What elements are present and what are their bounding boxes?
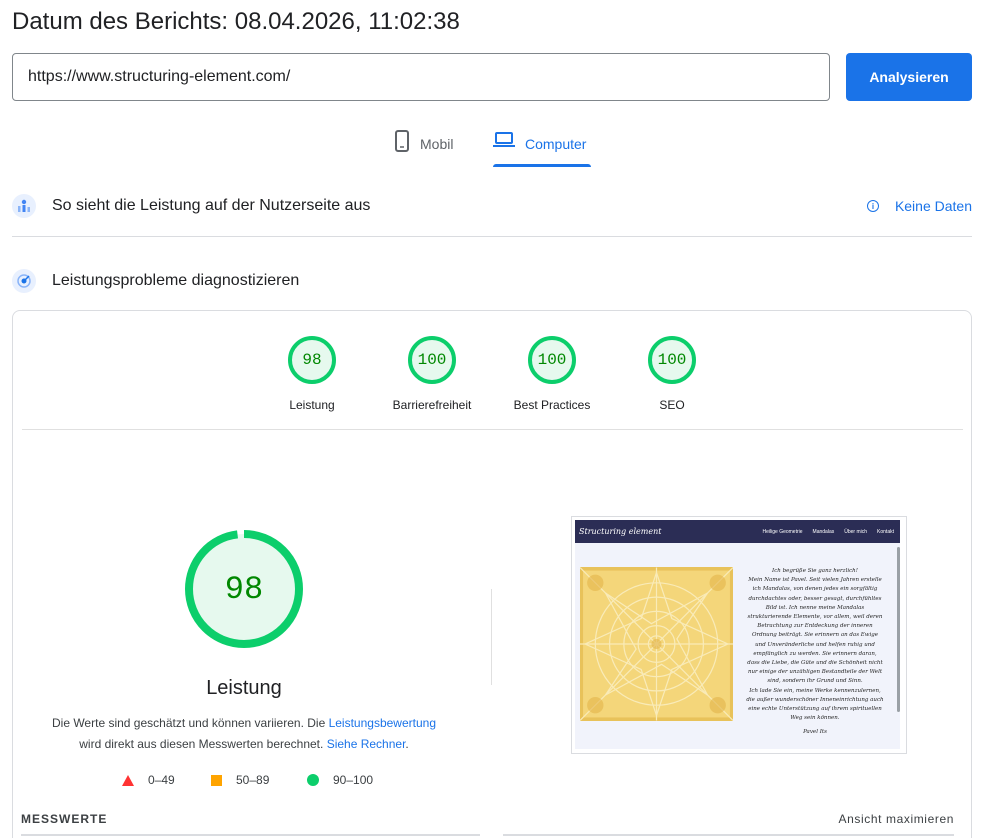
score-label: SEO [659, 398, 685, 412]
info-icon: i [866, 200, 879, 212]
screenshot-text-line: und Unveränderliche und helfen ruhig und [755, 641, 875, 648]
score-best-practices[interactable]: 100 Best Practices [497, 336, 607, 412]
legend-average: 50–89 [211, 773, 269, 787]
score-gauge: 98 [288, 336, 336, 384]
section-divider [12, 236, 972, 237]
screenshot-text-line: eine echte Unterstützung auf ihrem spiri… [748, 706, 882, 713]
screenshot-text-line: nur einige der unzähligen Bestandteile d… [747, 669, 883, 676]
mandala-image [580, 567, 733, 721]
screenshot-text-line: durchdachtes oder, besser gesagt, durchf… [748, 595, 882, 602]
screenshot-text-line: strukturierende Elemente, vor allem, wei… [747, 614, 883, 621]
screenshot-text: Ich begrüße Sie ganz herzlich! Mein Name… [735, 567, 895, 723]
field-data-title: So sieht die Leistung auf der Nutzerseit… [52, 197, 371, 214]
performance-score: 98 [224, 570, 264, 608]
legend-label: 90–100 [333, 773, 374, 787]
score-gauge: 100 [648, 336, 696, 384]
expand-view-link[interactable]: Ansicht maximieren [838, 812, 954, 826]
legend-label: 50–89 [236, 773, 270, 787]
screenshot-signature: Pavel Its [803, 729, 827, 735]
screenshot-text-line: dass die Liebe, die Güte und die Schönhe… [747, 660, 883, 667]
desc-text: Die Werte sind geschätzt und können vari… [51, 716, 329, 730]
score-seo[interactable]: 100 SEO [617, 336, 727, 412]
triangle-icon [122, 774, 134, 786]
screenshot-text-line: die außer wunderschöner Inneneinrichtung… [746, 696, 884, 703]
metrics-rule-right [503, 834, 954, 836]
screenshot-text-line: Ordnung beiträgt. Sie erinnern an das Ew… [751, 632, 879, 639]
screenshot-brand: Structuring element [579, 527, 662, 536]
lab-data-header: Leistungsprobleme diagnostizieren [12, 266, 972, 296]
screenshot-menu: Heilige Geometrie Mandalas Über mich Kon… [763, 529, 894, 535]
url-input[interactable] [12, 53, 830, 101]
circle-icon [307, 774, 319, 786]
vertical-divider [491, 589, 492, 685]
lab-data-icon [12, 269, 36, 293]
screenshot-text-line: Weg sein können. [790, 715, 840, 722]
tab-desktop[interactable]: Computer [493, 130, 591, 168]
legend-label: 0–49 [148, 773, 175, 787]
screenshot-body: Ich begrüße Sie ganz herzlich! Mein Name… [575, 543, 900, 749]
legend-pass: 90–100 [307, 773, 373, 787]
metrics-rule-left [21, 834, 480, 836]
no-data-link[interactable]: i Keine Daten [866, 198, 972, 214]
screenshot-text-line: Mein Name ist Pavel. Seit vielen Jahren … [748, 577, 882, 584]
lab-data-title: Leistungsprobleme diagnostizieren [52, 272, 300, 289]
square-icon [211, 774, 222, 786]
screenshot-text-line: Bild ist. Ich nenne meine Mandalas [765, 604, 865, 611]
screenshot-menu-item: Über mich [844, 528, 868, 535]
tab-mobile-label: Mobil [420, 136, 454, 152]
metrics-title: MESSWERTE [21, 812, 108, 826]
screenshot-text-line: Ich begrüße Sie ganz herzlich! [772, 568, 858, 574]
analyze-button[interactable]: Analysieren [846, 53, 972, 101]
desc-text: wird direkt aus diesen Messwerten berech… [79, 737, 327, 751]
score-label: Best Practices [513, 398, 591, 412]
screenshot-navbar: Structuring element Heilige Geometrie Ma… [575, 520, 900, 543]
field-data-header: So sieht die Leistung auf der Nutzerseit… [12, 191, 972, 221]
report-date: Datum des Berichts: 08.04.2026, 11:02:38 [12, 8, 460, 35]
screenshot-menu-item: Heilige Geometrie [762, 528, 803, 535]
page-screenshot: Structuring element Heilige Geometrie Ma… [571, 516, 907, 754]
screenshot-text-line: sind, sondern ihr Grund und Sinn. [767, 678, 863, 685]
screenshot-text-line: empfänglich zu werden. Sie erinnern dara… [753, 650, 877, 657]
performance-score-link[interactable]: Leistungsbewertung [329, 716, 436, 730]
desc-text: . [405, 737, 409, 751]
phone-icon [394, 130, 410, 155]
lab-data-card: 98 Leistung 100 Barrierefreiheit 100 Bes… [12, 310, 972, 838]
screenshot-menu-item: Kontakt [877, 528, 894, 535]
screenshot-text-line: Betrachtung zur Entdeckung der inneren [757, 623, 873, 630]
score-label: Leistung [289, 398, 335, 412]
score-accessibility[interactable]: 100 Barrierefreiheit [377, 336, 487, 412]
score-gauge: 100 [408, 336, 456, 384]
tab-mobile[interactable]: Mobil [394, 130, 453, 168]
tab-desktop-label: Computer [525, 136, 587, 152]
performance-description: Die Werte sind geschätzt und können vari… [44, 713, 444, 755]
field-data-icon [12, 194, 36, 218]
score-gauge: 100 [528, 336, 576, 384]
legend-fail: 0–49 [122, 773, 175, 787]
score-label: Barrierefreiheit [392, 398, 472, 412]
card-divider [22, 429, 963, 430]
active-tab-indicator [493, 164, 591, 167]
calculator-link[interactable]: Siehe Rechner [327, 737, 406, 751]
score-performance[interactable]: 98 Leistung [257, 336, 367, 412]
screenshot-text-line: ich Mandalas, von denen jedes ein sorgfä… [752, 586, 878, 593]
screenshot-scrollbar [897, 547, 900, 712]
laptop-icon [493, 130, 515, 151]
screenshot-text-line: Ich lade Sie ein, meine Werke kennenzule… [749, 687, 881, 694]
screenshot-menu-item: Mandalas [812, 528, 835, 535]
performance-label: Leistung [206, 677, 282, 699]
no-data-label: Keine Daten [894, 198, 972, 214]
